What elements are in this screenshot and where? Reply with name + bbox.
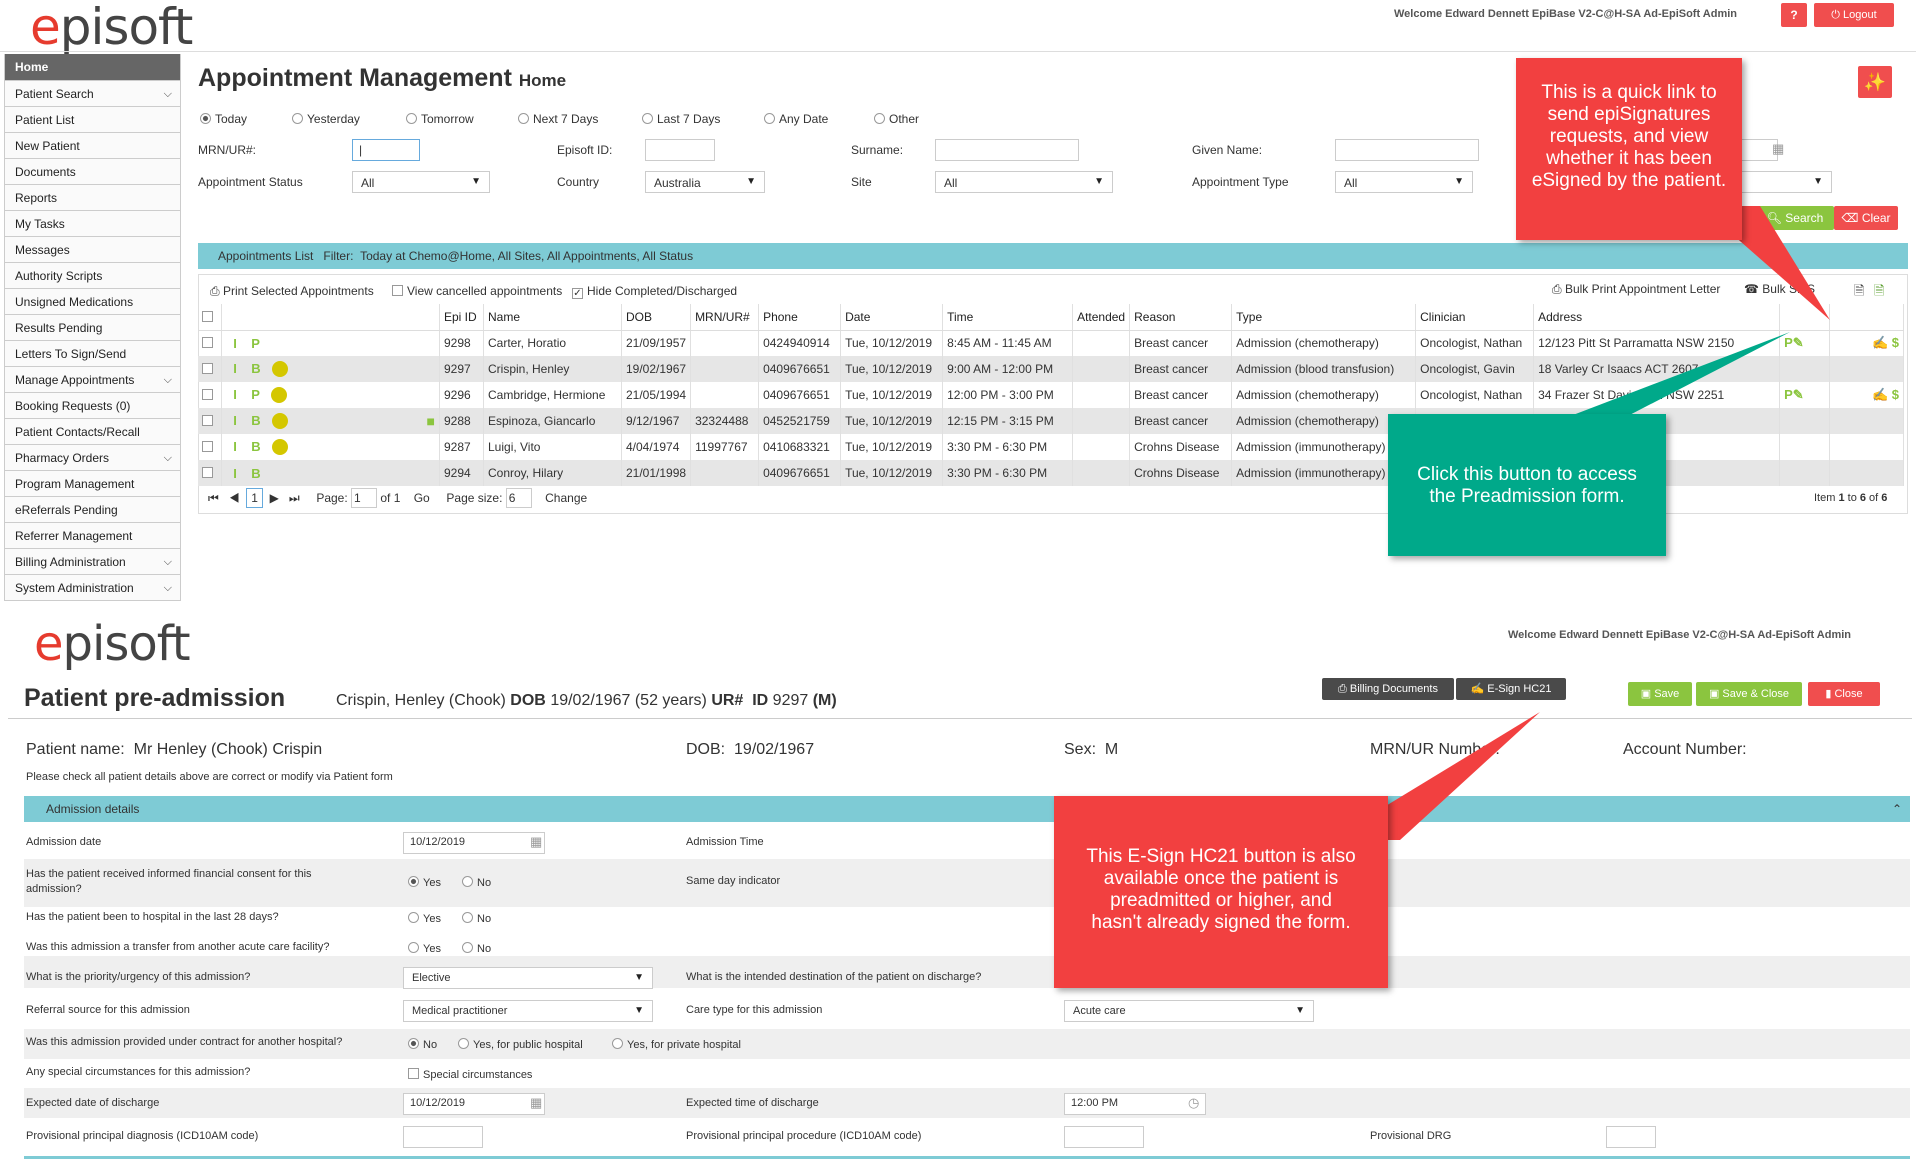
bottom-callout: This E-Sign HC21 button is also availabl… [1054,796,1388,988]
top-callout: This is a quick link to send epiSignatur… [1516,58,1742,240]
mid-callout-pointer [1560,332,1790,420]
mid-callout: Click this button to access the Preadmis… [1388,414,1666,556]
